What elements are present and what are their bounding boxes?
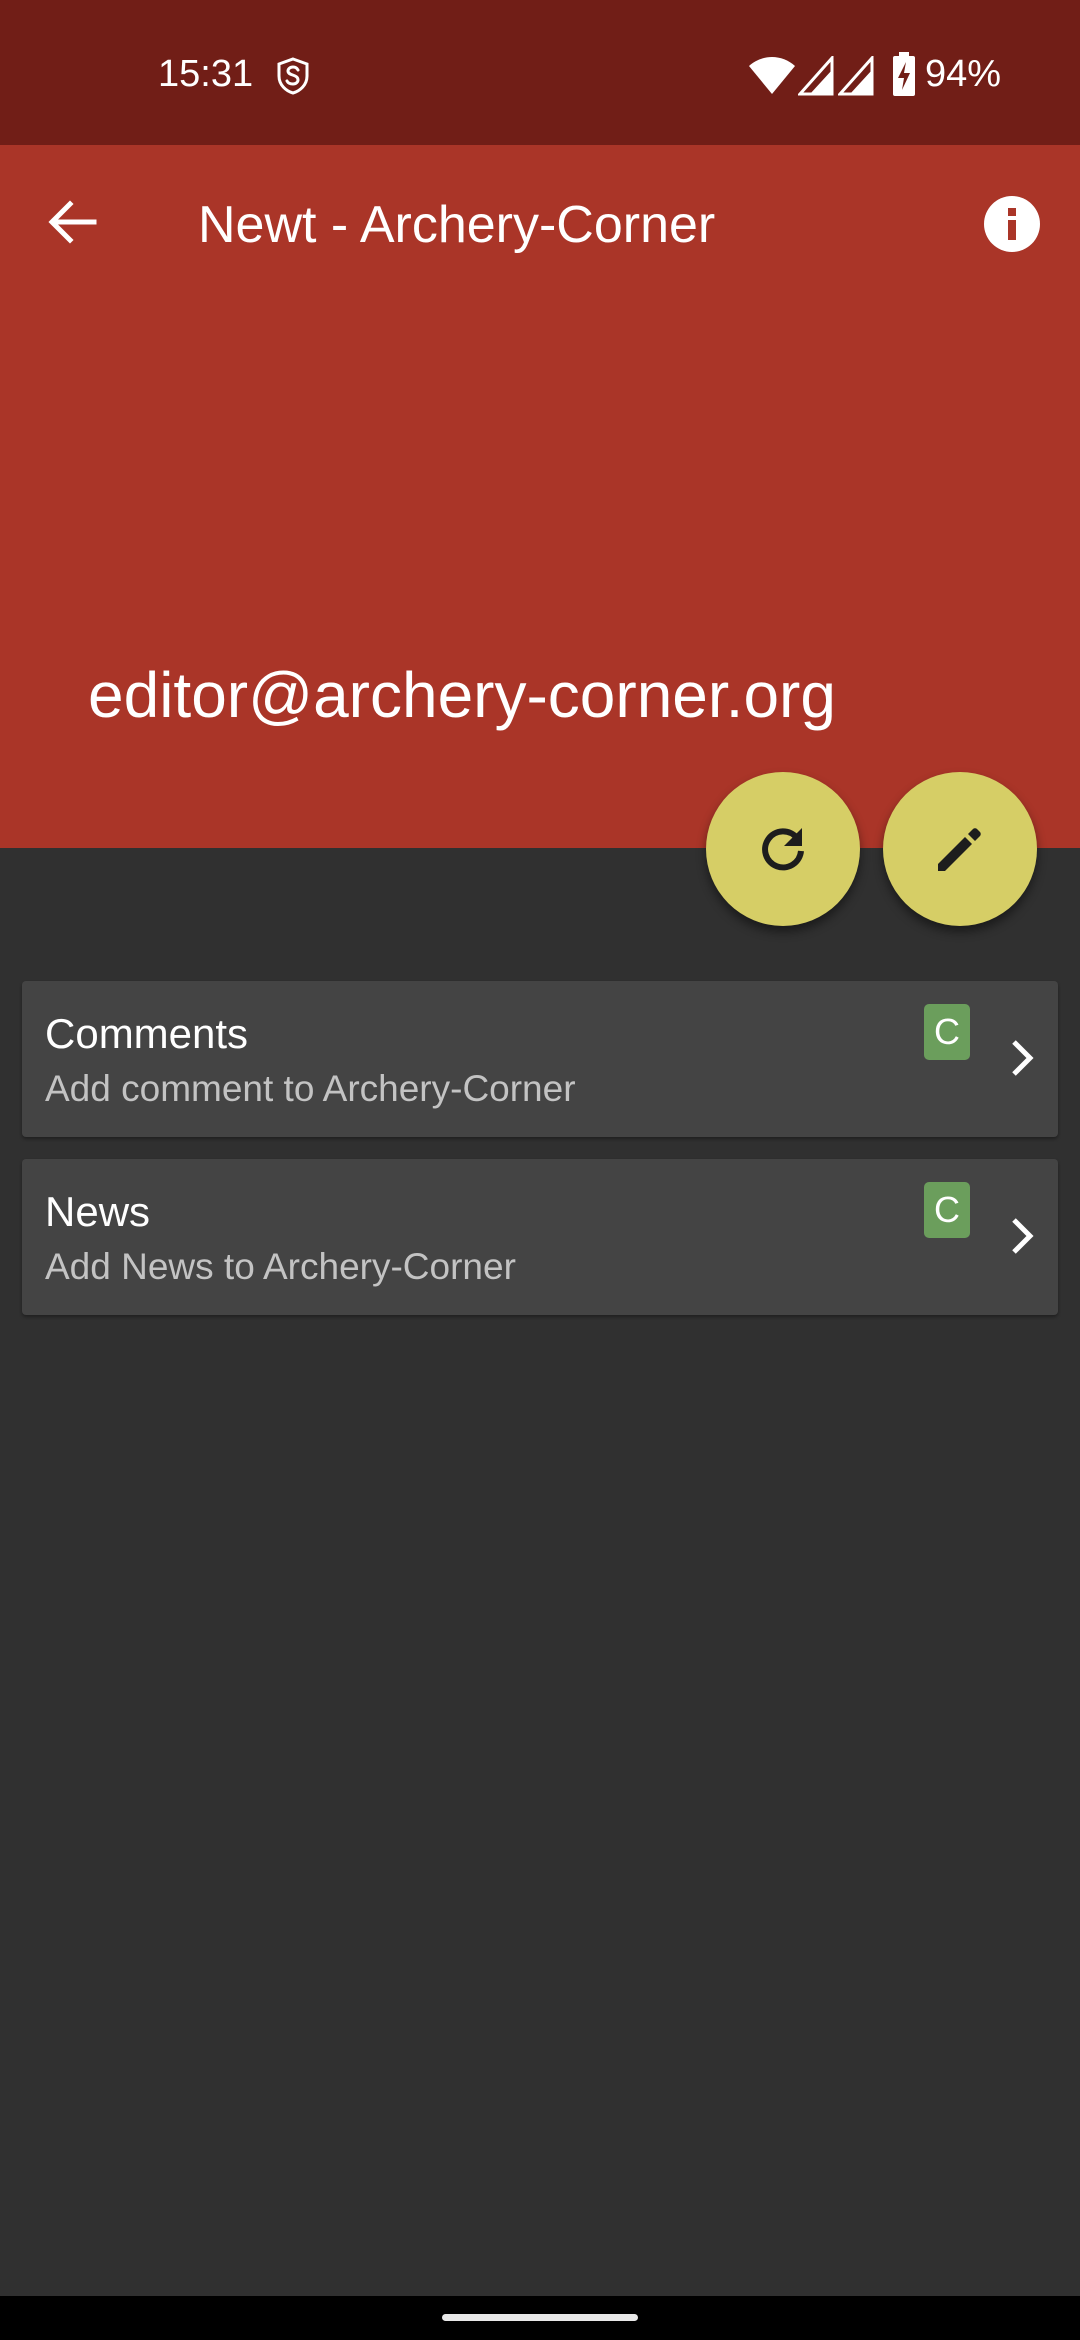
refresh-icon (762, 828, 804, 871)
status-bar: 15:31 94% (0, 0, 1080, 145)
list-badge: C (924, 1004, 970, 1060)
list-badge: C (924, 1182, 970, 1238)
list-item-subtitle: Add News to Archery-Corner (45, 1246, 516, 1287)
chevron-right-icon (1012, 1218, 1034, 1254)
back-arrow-icon[interactable] (40, 189, 106, 255)
status-time: 15:31 (158, 53, 254, 95)
shield-s-icon (277, 57, 309, 95)
list-item-news[interactable]: News Add News to Archery-Corner C (22, 1159, 1058, 1315)
wifi-icon (749, 57, 795, 94)
account-email: editor@archery-corner.org (88, 659, 836, 731)
list-item-comments[interactable]: Comments Add comment to Archery-Corner C (22, 981, 1058, 1137)
list-item-title: News (45, 1188, 151, 1235)
app-title: Newt - Archery-Corner (198, 196, 716, 254)
signal-icon (838, 56, 874, 96)
home-handle[interactable] (442, 2314, 638, 2321)
battery-percent: 94% (925, 53, 1002, 95)
app-bar: Newt - Archery-Corner editor@archery-cor… (0, 145, 1080, 848)
refresh-button[interactable] (706, 772, 860, 926)
list-item-title: Comments (45, 1010, 249, 1057)
battery-charging-icon (893, 52, 915, 96)
list-item-subtitle: Add comment to Archery-Corner (45, 1068, 576, 1109)
gesture-nav-bar (0, 2296, 1080, 2340)
signal-icon (798, 56, 834, 96)
edit-button[interactable] (883, 772, 1037, 926)
pencil-icon (938, 828, 981, 871)
chevron-right-icon (1012, 1040, 1034, 1076)
info-icon[interactable] (982, 194, 1042, 254)
